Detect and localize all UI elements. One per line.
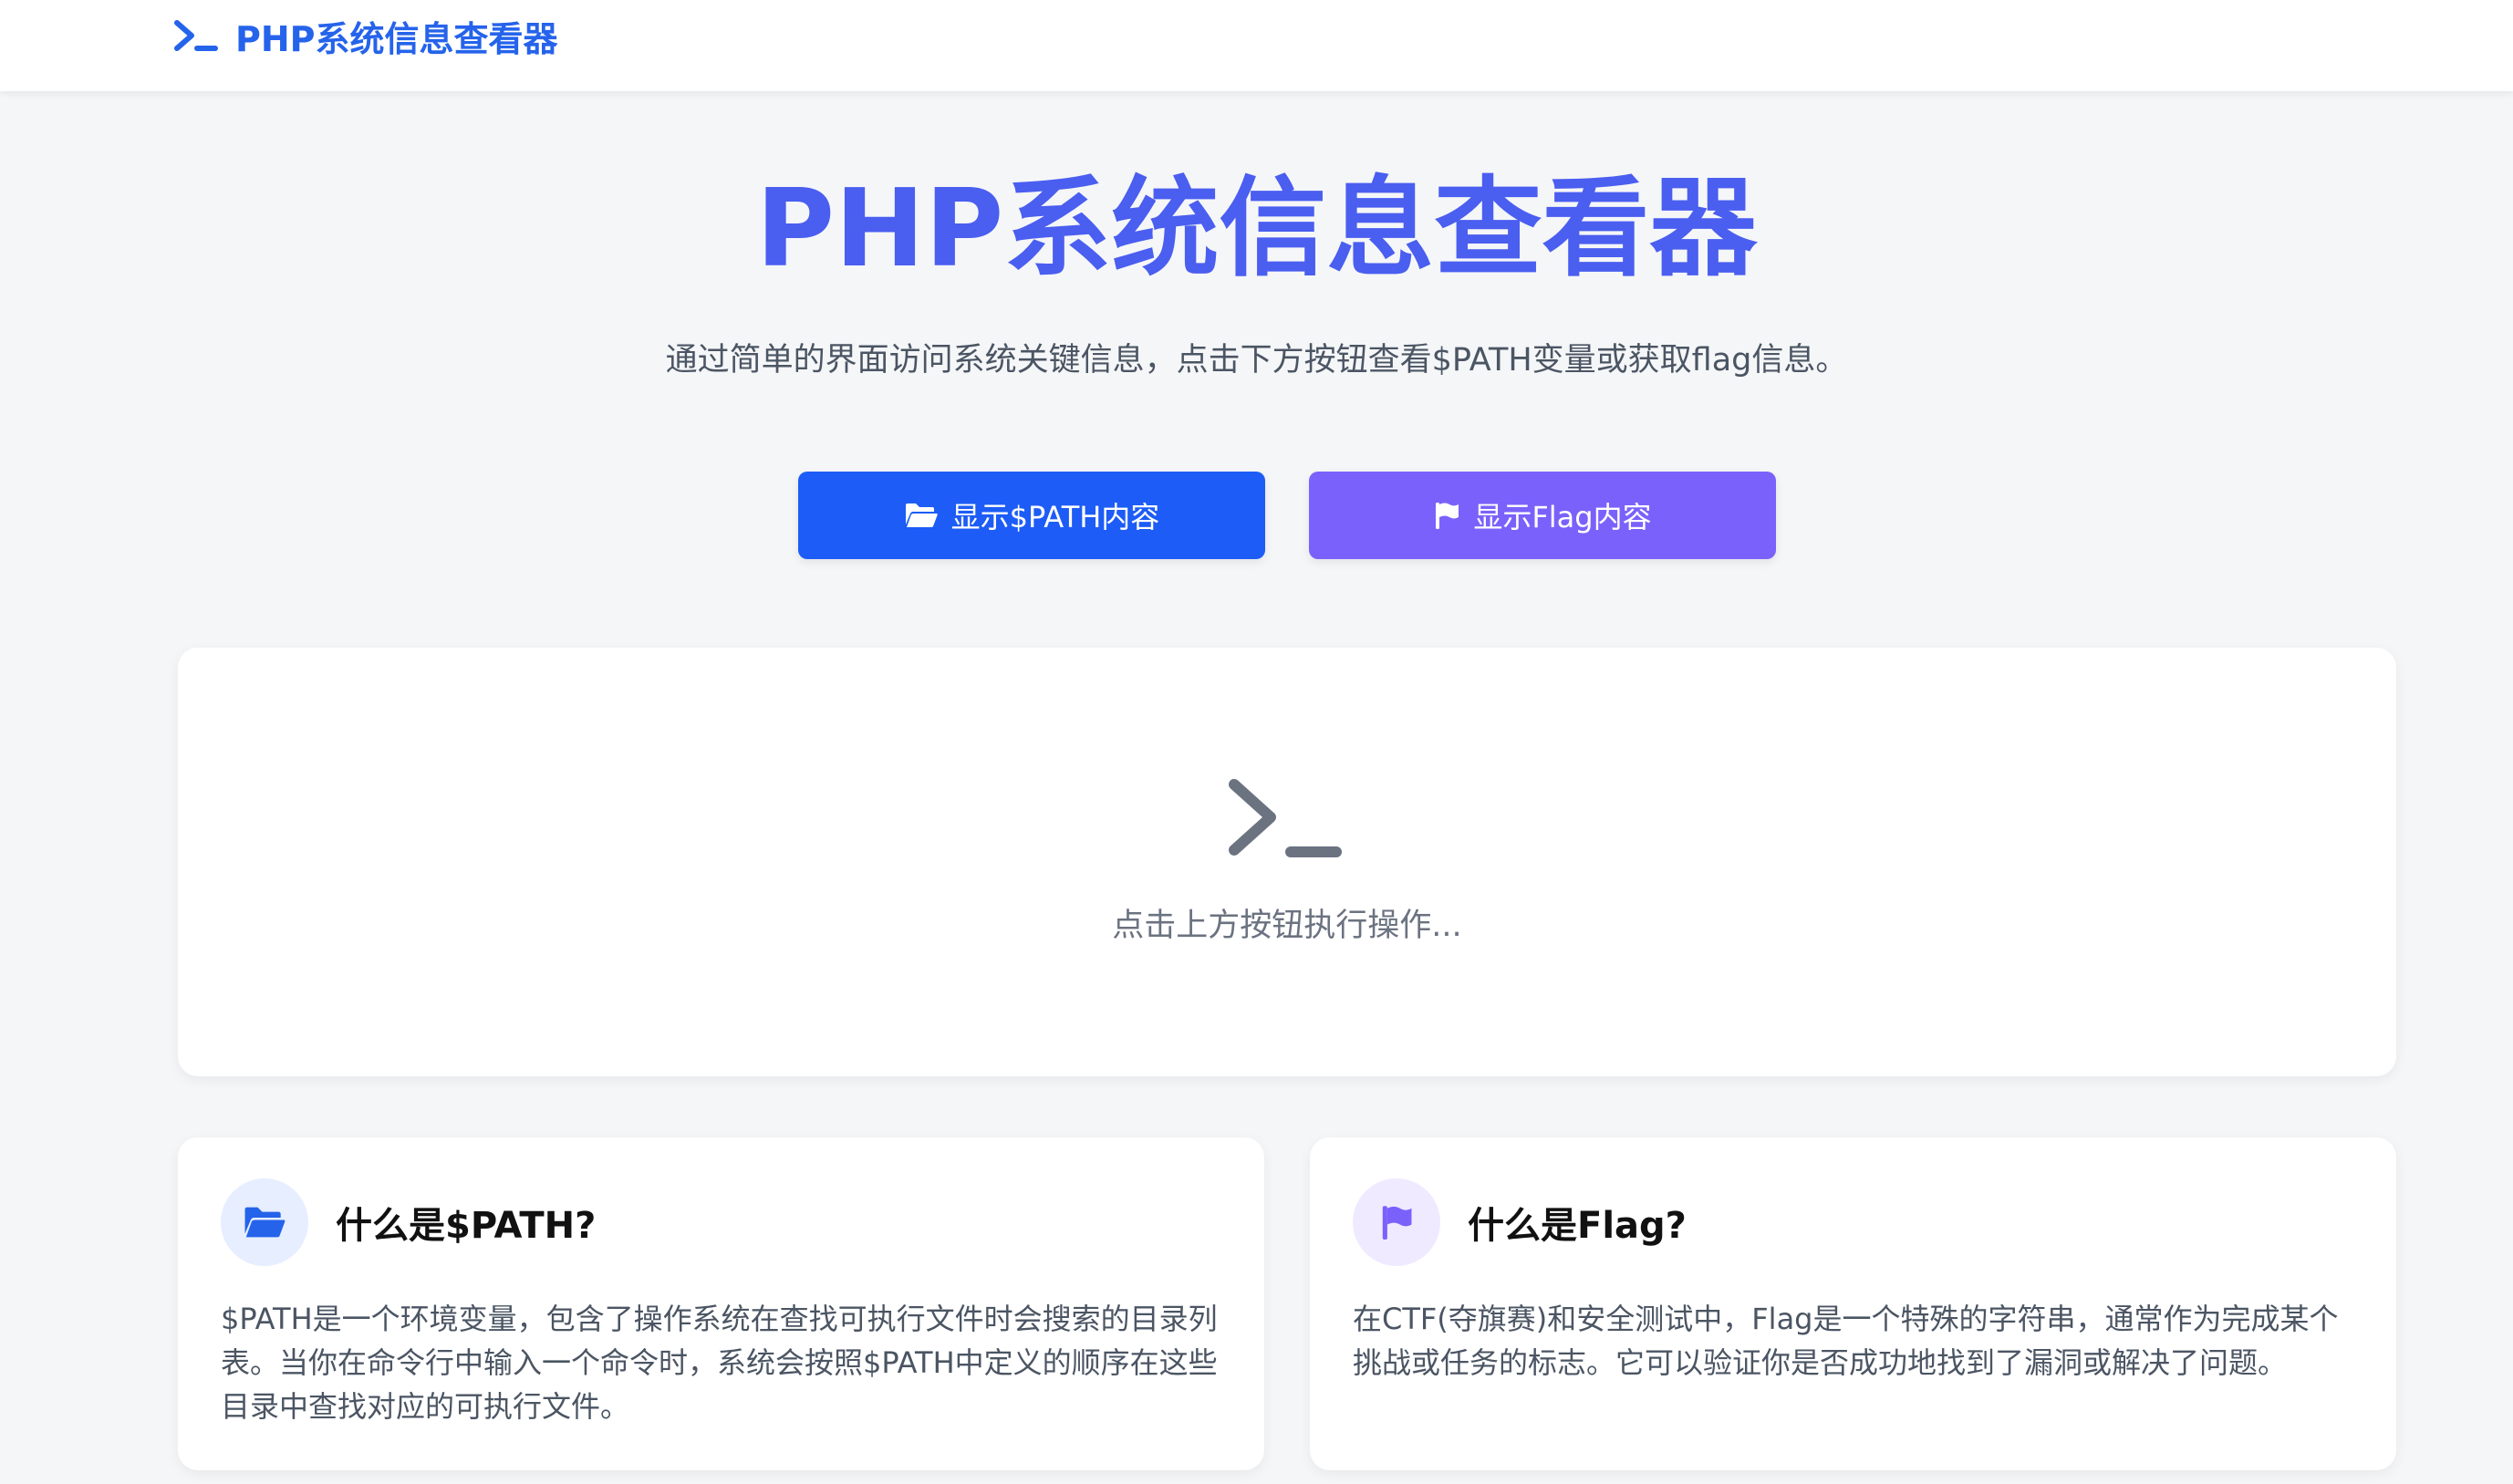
output-panel: 点击上方按钮执行操作... [178,648,2396,1076]
flag-icon-badge [1353,1178,1440,1266]
terminal-icon [174,20,218,51]
brand-link[interactable]: PHP系统信息查看器 [173,0,558,71]
show-path-label: 显示$PATH内容 [950,500,1160,534]
show-path-button[interactable]: 显示$PATH内容 [798,472,1265,559]
page-title: PHP系统信息查看器 [755,165,1758,291]
folder-open-icon [244,1207,286,1238]
show-flag-button[interactable]: 显示Flag内容 [1309,472,1776,559]
flag-info-card: 什么是Flag? 在CTF(夺旗赛)和安全测试中，Flag是一个特殊的字符串，通… [1310,1137,2396,1470]
top-navbar: PHP系统信息查看器 [0,0,2513,91]
flag-card-title: 什么是Flag? [1468,1205,1687,1247]
output-placeholder: 点击上方按钮执行操作... [1112,908,1462,944]
folder-open-icon [905,503,938,527]
path-card-title: 什么是$PATH? [336,1205,597,1247]
flag-icon [1436,503,1459,529]
flag-card-body: 在CTF(夺旗赛)和安全测试中，Flag是一个特殊的字符串，通常作为完成某个挑战… [1353,1302,2339,1380]
path-info-card: 什么是$PATH? $PATH是一个环境变量，包含了操作系统在查找可执行文件时会… [178,1137,1264,1470]
show-flag-label: 显示Flag内容 [1473,500,1652,534]
flag-icon [1382,1206,1412,1240]
brand-text: PHP系统信息查看器 [235,18,558,59]
terminal-icon [1229,779,1342,857]
path-icon-badge [221,1178,308,1266]
path-card-body: $PATH是一个环境变量，包含了操作系统在查找可执行文件时会搜索的目录列表。当你… [221,1302,1218,1424]
page-subtitle: 通过简单的界面访问系统关键信息，点击下方按钮查看$PATH变量或获取flag信息… [665,342,1848,379]
